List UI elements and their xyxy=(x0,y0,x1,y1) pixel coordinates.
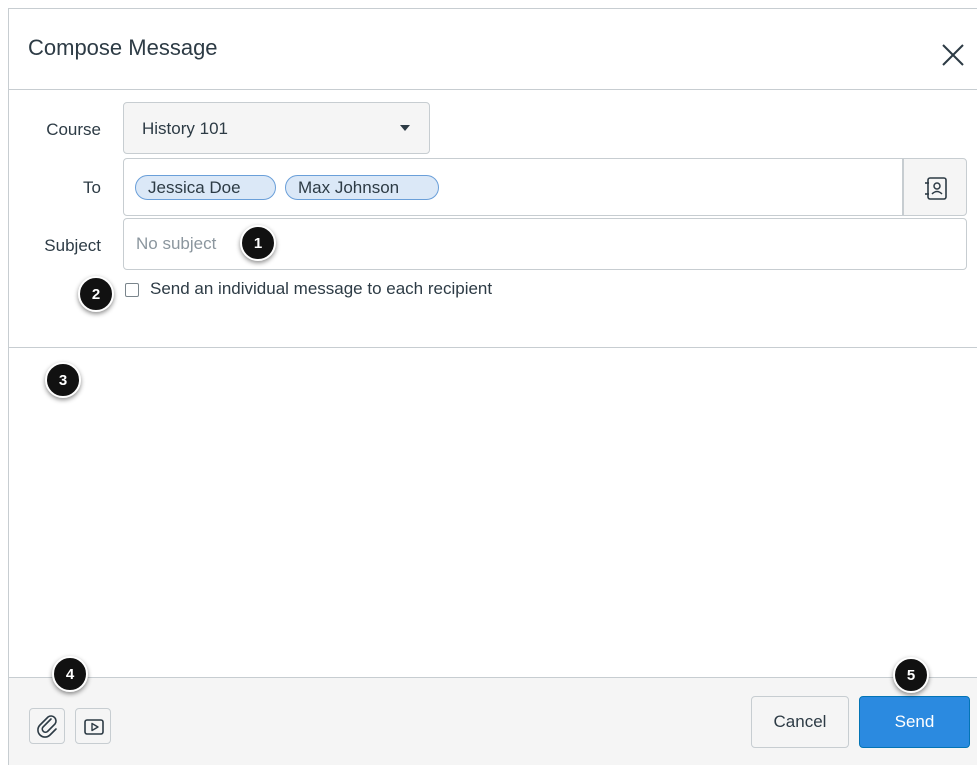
to-recipients-field[interactable]: Jessica Doe Max Johnson xyxy=(123,158,903,216)
cancel-button[interactable]: Cancel xyxy=(751,696,849,748)
course-label: Course xyxy=(46,120,101,139)
callout-marker-1: 1 xyxy=(240,225,276,261)
dialog-header: Compose Message xyxy=(9,9,977,90)
course-select[interactable]: History 101 xyxy=(123,102,430,154)
chevron-down-icon xyxy=(400,125,410,131)
subject-label: Subject xyxy=(44,236,101,255)
attach-file-button[interactable] xyxy=(29,708,65,744)
course-select-value: History 101 xyxy=(142,119,228,138)
individual-message-label[interactable]: Send an individual message to each recip… xyxy=(150,279,492,299)
paperclip-icon xyxy=(37,715,57,738)
callout-marker-4: 4 xyxy=(52,656,88,692)
send-button[interactable]: Send xyxy=(859,696,970,748)
address-book-button[interactable] xyxy=(903,158,967,216)
callout-marker-5: 5 xyxy=(893,657,929,693)
close-button[interactable] xyxy=(939,41,967,69)
recipient-token[interactable]: Max Johnson xyxy=(285,175,439,200)
recipient-token[interactable]: Jessica Doe xyxy=(135,175,276,200)
to-label: To xyxy=(83,178,101,197)
individual-message-checkbox[interactable] xyxy=(125,283,139,297)
dialog-title: Compose Message xyxy=(28,35,218,60)
callout-marker-3: 3 xyxy=(45,362,81,398)
callout-marker-2: 2 xyxy=(78,276,114,312)
compose-message-dialog: Compose Message Course History 101 To Je… xyxy=(8,8,977,765)
media-icon xyxy=(84,719,104,735)
record-media-button[interactable] xyxy=(75,708,111,744)
close-icon xyxy=(942,44,964,66)
address-book-icon xyxy=(925,177,947,200)
message-body-textarea[interactable] xyxy=(9,348,977,677)
dialog-footer: Cancel Send xyxy=(9,677,977,765)
